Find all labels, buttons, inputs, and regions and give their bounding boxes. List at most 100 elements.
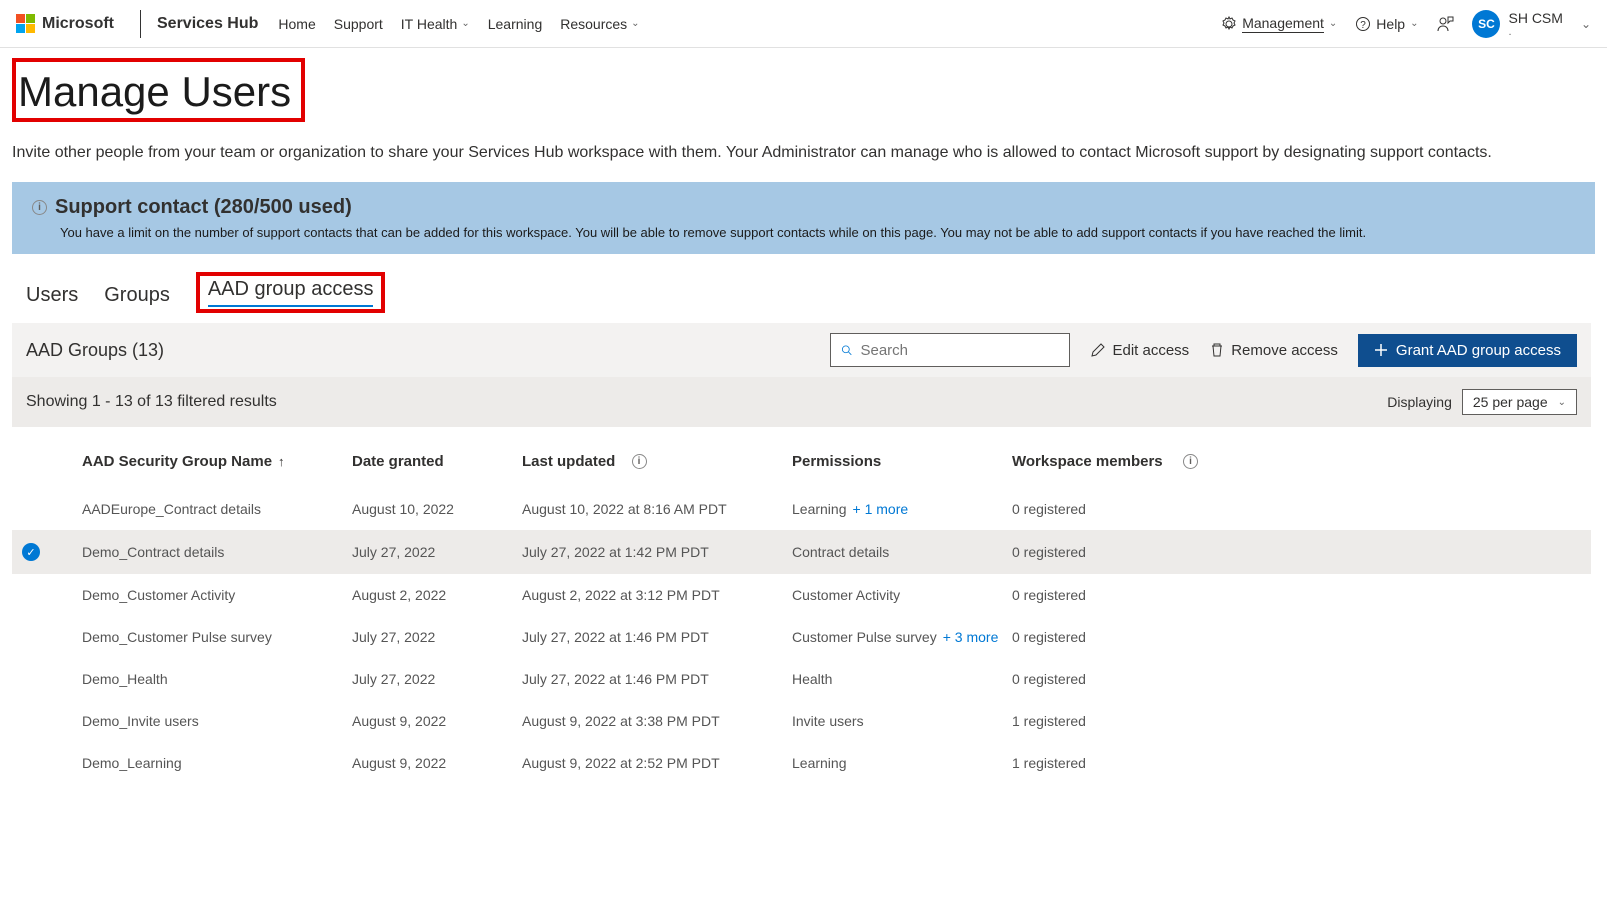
gear-icon	[1221, 16, 1237, 32]
cell-members: 1 registered	[1012, 713, 1262, 729]
table-row[interactable]: Demo_Invite usersAugust 9, 2022August 9,…	[12, 700, 1591, 742]
cell-name: AADEurope_Contract details	[82, 501, 352, 517]
row-select[interactable]	[22, 755, 82, 771]
trash-icon	[1209, 342, 1225, 358]
info-icon: i	[1183, 454, 1198, 469]
col-updated[interactable]: Last updated i	[522, 453, 792, 470]
remove-access-label: Remove access	[1231, 342, 1338, 359]
cell-date: July 27, 2022	[352, 671, 522, 687]
tab-aad-group-access[interactable]: AAD group access	[208, 278, 374, 307]
user-name: SH CSM	[1508, 10, 1562, 26]
cell-perms: Customer Activity	[792, 587, 1012, 603]
table-row[interactable]: AADEurope_Contract detailsAugust 10, 202…	[12, 488, 1591, 530]
banner-title-text: Support contact (280/500 used)	[55, 196, 352, 219]
row-select[interactable]: ✓	[22, 543, 82, 561]
hub-title[interactable]: Services Hub	[157, 15, 258, 33]
col-name[interactable]: AAD Security Group Name↑	[82, 453, 352, 470]
banner-title: i Support contact (280/500 used)	[32, 196, 1575, 219]
cell-members: 1 registered	[1012, 755, 1262, 771]
nav-learning[interactable]: Learning	[488, 16, 543, 32]
nav-resources[interactable]: Resources ⌄	[560, 16, 639, 32]
grant-access-button[interactable]: Grant AAD group access	[1358, 334, 1577, 367]
user-name-block: SH CSM .	[1508, 10, 1562, 38]
table-row[interactable]: Demo_Customer Pulse surveyJuly 27, 2022J…	[12, 616, 1591, 658]
filter-row: Showing 1 - 13 of 13 filtered results Di…	[12, 377, 1591, 427]
brand-label: Microsoft	[42, 15, 114, 33]
per-page-select[interactable]: 25 per page ⌄	[1462, 389, 1577, 415]
edit-access-label: Edit access	[1112, 342, 1189, 359]
cell-date: July 27, 2022	[352, 543, 522, 561]
col-date[interactable]: Date granted	[352, 453, 522, 470]
banner-text: You have a limit on the number of suppor…	[32, 225, 1575, 240]
nav-home[interactable]: Home	[278, 16, 315, 32]
row-select[interactable]	[22, 501, 82, 517]
search-box[interactable]	[830, 333, 1070, 367]
more-link[interactable]: + 1 more	[853, 501, 909, 517]
cell-perms: Contract details	[792, 543, 1012, 561]
tab-users[interactable]: Users	[26, 284, 78, 313]
cell-perms: Learning	[792, 755, 1012, 771]
help-icon: ?	[1355, 16, 1371, 32]
cell-name: Demo_Health	[82, 671, 352, 687]
tabs: Users Groups AAD group access	[12, 254, 1595, 313]
cell-date: July 27, 2022	[352, 629, 522, 645]
feedback-button[interactable]	[1436, 15, 1454, 33]
table-row[interactable]: Demo_Customer ActivityAugust 2, 2022Augu…	[12, 574, 1591, 616]
table-row[interactable]: Demo_LearningAugust 9, 2022August 9, 202…	[12, 742, 1591, 784]
page-title: Manage Users	[18, 68, 291, 116]
user-menu[interactable]: SC SH CSM . ⌄	[1472, 10, 1591, 38]
more-link[interactable]: + 3 more	[943, 629, 999, 645]
help-menu[interactable]: ? Help ⌄	[1355, 16, 1418, 32]
row-select[interactable]	[22, 587, 82, 603]
page-subtitle: Invite other people from your team or or…	[12, 142, 1595, 164]
chevron-down-icon: ⌄	[1558, 397, 1566, 408]
page-title-highlight: Manage Users	[12, 58, 305, 122]
cell-updated: August 2, 2022 at 3:12 PM PDT	[522, 587, 792, 603]
chevron-down-icon: ⌄	[1410, 18, 1418, 29]
results-count: Showing 1 - 13 of 13 filtered results	[26, 393, 277, 411]
cell-date: August 2, 2022	[352, 587, 522, 603]
search-input[interactable]	[860, 342, 1059, 359]
nav-support[interactable]: Support	[334, 16, 383, 32]
management-label: Management	[1242, 15, 1324, 33]
cell-updated: July 27, 2022 at 1:46 PM PDT	[522, 629, 792, 645]
tab-aad-highlight: AAD group access	[196, 272, 386, 313]
person-feedback-icon	[1436, 15, 1454, 33]
check-circle-icon: ✓	[22, 543, 40, 561]
cell-date: August 9, 2022	[352, 755, 522, 771]
cell-updated: July 27, 2022 at 1:42 PM PDT	[522, 543, 792, 561]
plus-icon	[1374, 343, 1388, 357]
sort-up-icon: ↑	[278, 454, 285, 469]
management-menu[interactable]: Management ⌄	[1221, 15, 1337, 33]
toolbar-heading: AAD Groups (13)	[26, 340, 164, 361]
table: AAD Security Group Name↑ Date granted La…	[12, 427, 1591, 784]
col-updated-label: Last updated	[522, 453, 615, 470]
cell-members: 0 registered	[1012, 671, 1262, 687]
help-label: Help	[1376, 16, 1405, 32]
row-select[interactable]	[22, 629, 82, 645]
cell-members: 0 registered	[1012, 501, 1262, 517]
info-icon: i	[632, 454, 647, 469]
row-select[interactable]	[22, 671, 82, 687]
cell-updated: August 9, 2022 at 2:52 PM PDT	[522, 755, 792, 771]
row-select[interactable]	[22, 713, 82, 729]
cell-name: Demo_Learning	[82, 755, 352, 771]
nav-resources-label: Resources	[560, 16, 627, 32]
top-nav: Home Support IT Health⌄ Learning Resourc…	[278, 16, 639, 32]
col-perms[interactable]: Permissions	[792, 453, 1012, 470]
col-members-label: Workspace members	[1012, 453, 1163, 470]
edit-access-button[interactable]: Edit access	[1090, 342, 1189, 359]
nav-it-health-label: IT Health	[401, 16, 458, 32]
cell-date: August 10, 2022	[352, 501, 522, 517]
table-row[interactable]: Demo_HealthJuly 27, 2022July 27, 2022 at…	[12, 658, 1591, 700]
table-row[interactable]: ✓Demo_Contract detailsJuly 27, 2022July …	[12, 530, 1591, 574]
cell-members: 0 registered	[1012, 629, 1262, 645]
remove-access-button[interactable]: Remove access	[1209, 342, 1338, 359]
support-banner: i Support contact (280/500 used) You hav…	[12, 182, 1595, 254]
tab-groups[interactable]: Groups	[104, 284, 170, 313]
nav-it-health[interactable]: IT Health⌄	[401, 16, 470, 32]
chevron-down-icon: ⌄	[631, 18, 639, 29]
cell-perms: Invite users	[792, 713, 1012, 729]
cell-name: Demo_Invite users	[82, 713, 352, 729]
col-members[interactable]: Workspace members i	[1012, 453, 1262, 470]
